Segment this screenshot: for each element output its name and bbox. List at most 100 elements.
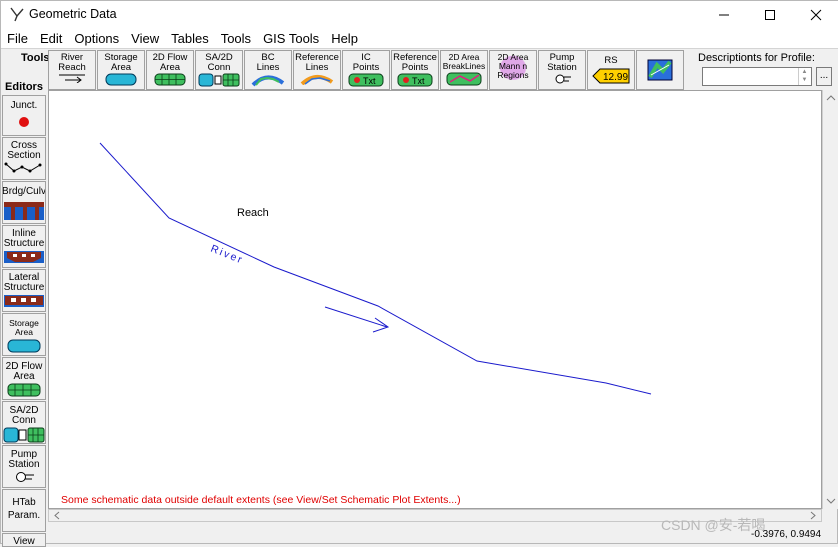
junction-editor-label: Junct.: [10, 100, 38, 111]
bridge-culvert-editor-label: Brdg/Culv: [2, 186, 46, 197]
storage-area-icon: [105, 73, 137, 86]
menu-tables[interactable]: Tables: [165, 28, 215, 48]
menu-bar: File Edit Options View Tables Tools GIS …: [1, 28, 838, 48]
junction-editor-button[interactable]: Junct.: [2, 95, 46, 136]
river-station-value: 12.99: [603, 72, 628, 83]
storage-area-icon: [7, 339, 41, 353]
scroll-right-icon[interactable]: [807, 510, 819, 521]
lateral-structure-editor-button[interactable]: Lateral Structure: [2, 269, 46, 312]
2d-flow-area-tool-button[interactable]: 2D Flow Area: [146, 50, 194, 90]
bc-lines-icon: [251, 75, 285, 87]
menu-options[interactable]: Options: [68, 28, 125, 48]
pump-station-tool-button[interactable]: Pump Station: [538, 50, 586, 90]
flow-area-grid-icon: [7, 383, 41, 397]
description-spin-icon[interactable]: ▲ ▼: [798, 68, 810, 85]
svg-text:Txt: Txt: [363, 76, 376, 86]
description-more-button[interactable]: ...: [816, 67, 832, 86]
river-reach-line[interactable]: [99, 142, 652, 395]
storage-area-tool-button[interactable]: Storage Area: [97, 50, 145, 90]
gis-map-tool-button[interactable]: [636, 50, 684, 90]
reference-lines-tool-label: Reference Lines: [295, 52, 339, 73]
close-button[interactable]: [793, 1, 838, 28]
river-station-tag-icon: 12.99: [592, 68, 630, 83]
svg-text:Txt: Txt: [412, 76, 425, 86]
htab-param-editor-button[interactable]: HTab Param.: [2, 489, 46, 532]
sa-2d-connection-icon: [198, 73, 240, 87]
vertical-scrollbar[interactable]: [822, 90, 838, 509]
view-editor-button[interactable]: View: [2, 533, 46, 547]
cross-section-editor-label: Cross Section: [7, 140, 41, 161]
2d-area-breaklines-tool-button[interactable]: 2D Area BreakLines: [440, 50, 488, 90]
tools-toolbar: Tools River Reach Storage Area 2D Flow A…: [1, 48, 838, 90]
pump-station-editor-label: Pump Station: [8, 449, 40, 470]
menu-gis-tools[interactable]: GIS Tools: [257, 28, 325, 48]
menu-help[interactable]: Help: [325, 28, 364, 48]
reference-points-icon: Txt: [397, 73, 433, 87]
maximize-icon: [765, 9, 775, 20]
2d-area-manning-regions-tool-button[interactable]: 2D Area Mann n Regions: [489, 50, 537, 90]
bc-lines-tool-button[interactable]: BC Lines: [244, 50, 292, 90]
menu-edit[interactable]: Edit: [34, 28, 68, 48]
2d-flow-area-editor-label: 2D Flow Area: [5, 361, 43, 382]
storage-area-editor-button[interactable]: Storage Area: [2, 313, 46, 356]
schematic-extents-warning: Some schematic data outside default exte…: [61, 494, 461, 506]
editors-label: Editors: [5, 81, 43, 93]
sa-2d-conn-tool-label: SA/2D Conn: [205, 52, 233, 73]
window-title: Geometric Data: [29, 7, 117, 21]
schematic-canvas[interactable]: River Reach: [48, 90, 822, 509]
pump-icon: [555, 74, 571, 84]
sa-2d-conn-editor-label: SA/2D Conn: [9, 405, 39, 426]
reference-lines-icon: [300, 75, 334, 85]
river-name-label: River: [209, 243, 245, 267]
sa-2d-conn-editor-button[interactable]: SA/2D Conn: [2, 401, 46, 444]
maximize-button[interactable]: [747, 1, 793, 28]
description-label: Descriptionnts for Profile:: [698, 52, 815, 64]
scroll-up-icon[interactable]: [823, 92, 838, 104]
sa-2d-connection-icon: [3, 427, 45, 443]
pump-station-editor-button[interactable]: Pump Station: [2, 445, 46, 488]
pump-icon: [16, 472, 34, 482]
app-logo-icon: [10, 7, 24, 22]
sa-2d-conn-tool-button[interactable]: SA/2D Conn: [195, 50, 243, 90]
description-area: Descriptionnts for Profile: ▲ ▼ ...: [698, 50, 835, 90]
flow-area-grid-icon: [154, 73, 186, 86]
breaklines-icon: [446, 72, 482, 86]
inline-structure-editor-button[interactable]: Inline Structure: [2, 225, 46, 268]
view-editor-label: View: [13, 536, 35, 547]
2d-flow-area-tool-label: 2D Flow Area: [152, 52, 188, 73]
junction-icon: [19, 117, 29, 127]
menu-view[interactable]: View: [125, 28, 165, 48]
inline-structure-icon: [4, 251, 44, 263]
flow-direction-arrow: [324, 306, 390, 333]
minimize-button[interactable]: [701, 1, 747, 28]
bridge-culvert-icon: [4, 202, 44, 220]
description-input[interactable]: [702, 67, 812, 86]
title-bar: Geometric Data: [1, 1, 838, 28]
scroll-left-icon[interactable]: [51, 510, 63, 521]
ic-points-tool-button[interactable]: IC Points Txt: [342, 50, 390, 90]
river-station-tool-button[interactable]: RS 12.99: [587, 50, 635, 90]
river-reach-label: River Reach: [58, 52, 86, 73]
scroll-down-icon[interactable]: [823, 495, 838, 507]
reference-lines-tool-button[interactable]: Reference Lines: [293, 50, 341, 90]
bc-lines-tool-label: BC Lines: [256, 52, 280, 73]
menu-tools[interactable]: Tools: [215, 28, 257, 48]
storage-area-editor-label: Storage Area: [9, 318, 39, 337]
bridge-culvert-editor-button[interactable]: Brdg/Culv: [2, 181, 46, 224]
2d-area-manning-regions-tool-label: 2D Area Mann n Regions: [497, 52, 529, 80]
minimize-icon: [719, 14, 729, 15]
menu-file[interactable]: File: [1, 28, 34, 48]
2d-flow-area-editor-button[interactable]: 2D Flow Area: [2, 357, 46, 400]
ic-points-tool-label: IC Points: [352, 52, 380, 73]
cross-section-editor-button[interactable]: Cross Section: [2, 137, 46, 180]
gis-map-icon: [647, 59, 673, 81]
cursor-coordinates: -0.3976, 0.9494: [751, 529, 822, 540]
pump-station-tool-label: Pump Station: [547, 52, 577, 73]
reference-points-tool-button[interactable]: Reference Points Txt: [391, 50, 439, 90]
geometric-data-window: Geometric Data File Edit Options View Ta…: [0, 0, 838, 547]
cross-section-icon: [4, 162, 42, 173]
river-reach-button[interactable]: River Reach: [48, 50, 96, 90]
lateral-structure-editor-label: Lateral Structure: [3, 272, 45, 293]
2d-area-breaklines-tool-label: 2D Area BreakLines: [442, 52, 486, 71]
inline-structure-editor-label: Inline Structure: [3, 228, 45, 249]
